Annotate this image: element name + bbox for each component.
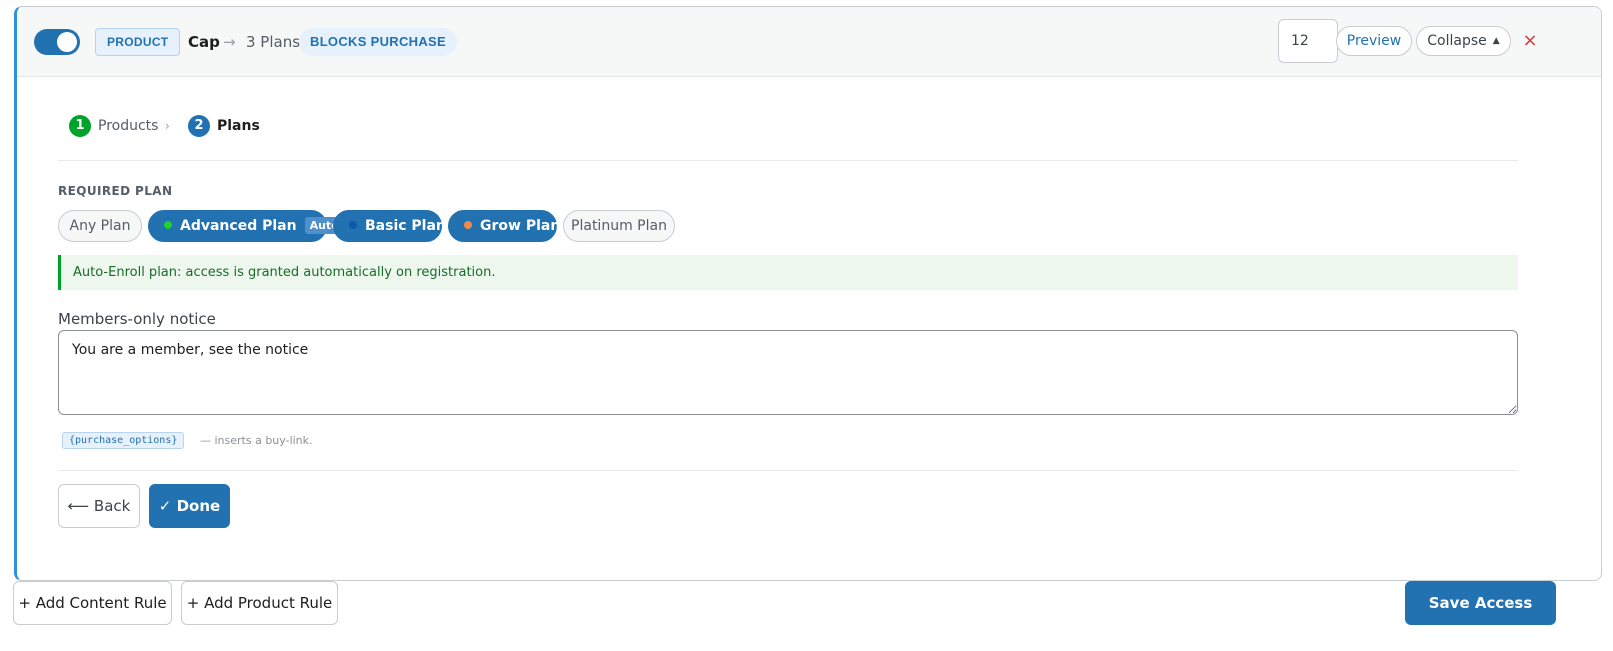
plan-chip-label: Platinum Plan xyxy=(571,218,667,234)
toggle-knob xyxy=(57,32,77,52)
step-number: 1 xyxy=(69,115,91,137)
plan-chip-label: Advanced Plan xyxy=(180,218,297,234)
rule-header: PRODUCT Cap → 3 Plans BLOCKS PURCHASE Pr… xyxy=(17,7,1601,77)
chevron-right-icon: › xyxy=(165,119,170,133)
rule-product-title: Cap xyxy=(188,33,220,51)
arrow-right-icon: → xyxy=(223,33,236,51)
plan-color-dot xyxy=(164,221,172,229)
done-button[interactable]: ✓ Done xyxy=(149,484,230,528)
plan-chip-any[interactable]: Any Plan xyxy=(58,210,142,242)
step-label: Products xyxy=(98,118,159,134)
plan-chip-label: Grow Plan xyxy=(480,218,561,234)
step-plans[interactable]: 2 Plans xyxy=(188,115,260,137)
plan-chip-basic[interactable]: Basic Plan xyxy=(333,210,446,242)
plan-chip-grow[interactable]: Grow Plan xyxy=(448,210,561,242)
step-number: 2 xyxy=(188,115,210,137)
step-label: Plans xyxy=(217,118,260,134)
plan-chip-advanced[interactable]: Advanced Plan Auto xyxy=(148,210,344,242)
plan-chip-platinum[interactable]: Platinum Plan xyxy=(563,210,675,242)
plan-chip-label: Any Plan xyxy=(69,218,131,234)
divider xyxy=(58,470,1518,471)
members-notice-label: Members-only notice xyxy=(58,310,216,328)
back-button[interactable]: ⟵ Back xyxy=(58,484,140,528)
shortcode-hint: — inserts a buy-link. xyxy=(200,434,313,447)
plan-color-dot xyxy=(349,221,357,229)
collapse-button[interactable]: Collapse ▲ xyxy=(1416,26,1511,56)
caret-up-icon: ▲ xyxy=(1492,36,1500,46)
rule-type-badge: PRODUCT xyxy=(95,28,181,56)
close-icon[interactable]: × xyxy=(1519,29,1541,53)
members-notice-textarea[interactable]: You are a member, see the notice xyxy=(58,330,1518,415)
product-rule-card: PRODUCT Cap → 3 Plans BLOCKS PURCHASE Pr… xyxy=(14,6,1602,581)
save-access-rules-button[interactable]: Save Access Rules xyxy=(1405,581,1556,651)
add-product-rule-button[interactable]: + Add Product Rule xyxy=(181,581,338,625)
plan-chip-label: Basic Plan xyxy=(365,218,446,234)
step-products[interactable]: 1 Products xyxy=(69,115,158,137)
required-plan-label: REQUIRED PLAN xyxy=(58,184,173,198)
add-content-rule-button[interactable]: + Add Content Rule xyxy=(13,581,172,625)
rule-enabled-toggle[interactable] xyxy=(34,29,80,55)
rule-plans-count: 3 Plans xyxy=(246,33,301,51)
rule-priority-input[interactable] xyxy=(1278,19,1338,63)
blocks-purchase-badge: BLOCKS PURCHASE xyxy=(299,28,457,56)
preview-button[interactable]: Preview xyxy=(1336,26,1412,56)
auto-enroll-notice: Auto-Enroll plan: access is granted auto… xyxy=(58,255,1518,290)
divider xyxy=(58,160,1518,161)
plan-color-dot xyxy=(464,221,472,229)
shortcode-chip: {purchase_options} xyxy=(62,432,185,449)
collapse-label: Collapse xyxy=(1427,33,1487,49)
